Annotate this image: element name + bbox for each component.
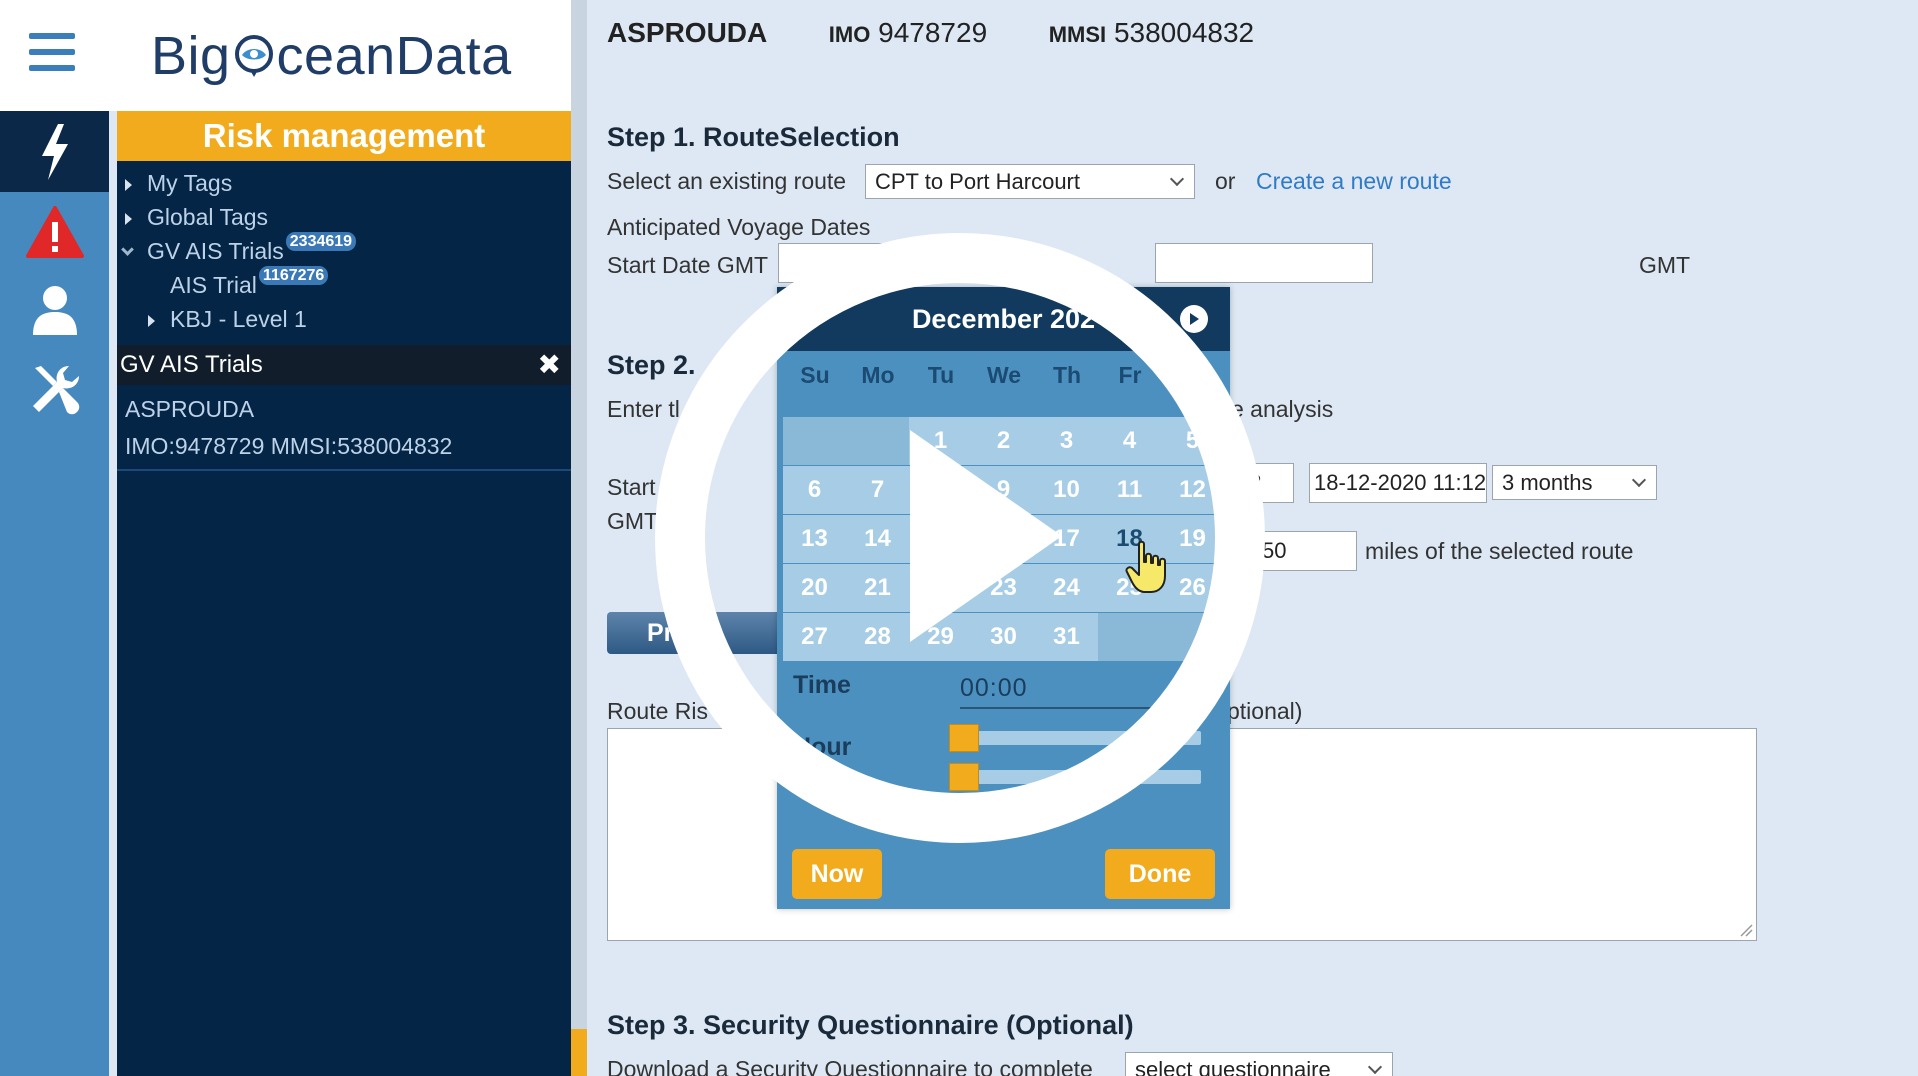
distance-value: 50 xyxy=(1262,538,1287,563)
tag-tree: My Tags Global Tags GV AIS Trials 2334619… xyxy=(117,161,571,336)
icon-rail xyxy=(0,0,109,1076)
tree-item-label: AIS Trial xyxy=(170,272,257,298)
start-date-label: Start Date GMT xyxy=(607,252,769,278)
step2-end-value: 18-12-2020 11:12 xyxy=(1314,470,1487,495)
route-risk-label: Route Ris xyxy=(607,698,708,724)
step3-title: Step 3. Security Questionnaire (Optional… xyxy=(607,1010,1134,1040)
hand-cursor-icon xyxy=(1125,540,1166,593)
expand-arrow-icon[interactable] xyxy=(148,315,155,327)
expand-arrow-icon[interactable] xyxy=(125,179,132,191)
logo-eye-icon xyxy=(234,34,273,77)
selected-vessel[interactable]: ASPROUDA IMO:9478729 MMSI:538004832 xyxy=(117,391,571,471)
tree-item-my-tags[interactable]: My Tags xyxy=(117,166,571,200)
tree-item-label: Global Tags xyxy=(147,204,269,230)
or-text: or xyxy=(1215,168,1236,194)
brand-logo[interactable]: Big ceanData xyxy=(109,0,571,111)
chevron-down-icon xyxy=(1631,472,1647,488)
tree-item-label: KBJ - Level 1 xyxy=(170,306,307,332)
resize-handle-icon[interactable] xyxy=(1739,923,1753,937)
warning-icon[interactable] xyxy=(0,192,109,272)
tree-item-kbj-level-1[interactable]: KBJ - Level 1 xyxy=(117,302,571,336)
create-route-link[interactable]: Create a new route xyxy=(1256,168,1452,195)
hamburger-icon[interactable] xyxy=(29,33,75,71)
step1-title: Step 1. RouteSelection xyxy=(607,122,900,152)
expand-arrow-icon[interactable] xyxy=(125,213,132,225)
next-month-icon[interactable] xyxy=(1180,305,1208,333)
rail-top xyxy=(0,0,109,111)
questionnaire-label: Download a Security Questionnaire to com… xyxy=(607,1056,1093,1076)
end-date-input[interactable] xyxy=(1155,243,1373,283)
close-icon[interactable]: ✖ xyxy=(538,345,561,385)
imo-label: IMO xyxy=(828,22,871,47)
selected-tag-title: GV AIS Trials xyxy=(120,351,263,378)
tools-icon[interactable] xyxy=(0,350,109,430)
route-select-value: CPT to Port Harcourt xyxy=(875,169,1080,194)
period-select[interactable]: 3 months xyxy=(1492,465,1657,500)
questionnaire-select-value: select questionnaire xyxy=(1135,1057,1331,1076)
count-badge: 2334619 xyxy=(285,232,357,251)
logo-prefix: Big xyxy=(151,25,231,86)
tree-item-ais-trial[interactable]: AIS Trial 1167276 xyxy=(117,266,571,302)
route-risk-optional: ptional) xyxy=(1227,698,1303,724)
imo-value: 9478729 xyxy=(878,17,988,48)
user-icon[interactable] xyxy=(0,270,109,350)
distance-input[interactable]: 50 xyxy=(1257,531,1357,571)
questionnaire-select[interactable]: select questionnaire xyxy=(1125,1052,1393,1076)
tree-item-gv-ais-trials[interactable]: GV AIS Trials 2334619 xyxy=(117,232,571,268)
step2-gmt-label: GMT xyxy=(607,508,659,534)
step2-instructions: Enter tl xyxy=(607,396,680,422)
lightning-icon[interactable] xyxy=(0,111,109,192)
tree-item-label: GV AIS Trials xyxy=(147,238,284,264)
chevron-down-icon xyxy=(1169,171,1185,187)
panel-title: Risk management xyxy=(117,111,571,161)
logo-text: Big ceanData xyxy=(151,25,512,87)
tree-item-label: My Tags xyxy=(147,170,233,196)
mmsi-label: MMSI xyxy=(1048,22,1107,47)
selected-vessel-name[interactable]: ASPROUDA xyxy=(125,391,571,428)
mmsi-value: 538004832 xyxy=(1113,17,1255,48)
selected-vessel-ids: IMO:9478729 MMSI:538004832 xyxy=(125,433,453,459)
miles-label: miles of the selected route xyxy=(1365,538,1634,564)
step2-title: Step 2. xyxy=(607,350,696,380)
collapse-arrow-icon[interactable] xyxy=(121,243,134,256)
voyage-dates-label: Anticipated Voyage Dates xyxy=(607,214,871,240)
done-button[interactable]: Done xyxy=(1105,849,1215,899)
selected-tag-header: GV AIS Trials ✖ xyxy=(117,345,571,385)
tree-item-global-tags[interactable]: Global Tags xyxy=(117,200,571,234)
step2-start-label: Start xyxy=(607,474,656,500)
step2-instructions-end: e analysis xyxy=(1231,396,1334,422)
vessel-header: ASPROUDA IMO 9478729 MMSI 538004832 xyxy=(607,17,1254,49)
panel-divider[interactable] xyxy=(571,0,587,1076)
vessel-name: ASPROUDA xyxy=(607,17,768,48)
end-date-label: GMT xyxy=(1639,252,1691,278)
route-select[interactable]: CPT to Port Harcourt xyxy=(865,164,1195,199)
risk-management-panel: Risk management My Tags Global Tags GV A… xyxy=(117,111,571,1076)
divider-accent xyxy=(571,1029,587,1076)
chevron-down-icon xyxy=(1367,1059,1383,1075)
now-button[interactable]: Now xyxy=(792,849,882,899)
route-select-label: Select an existing route xyxy=(607,168,847,194)
logo-suffix: ceanData xyxy=(276,25,512,86)
count-badge: 1167276 xyxy=(258,266,329,285)
period-select-value: 3 months xyxy=(1502,470,1593,495)
step2-end-input[interactable]: 18-12-2020 11:12 xyxy=(1309,463,1487,503)
play-icon[interactable] xyxy=(910,430,1062,642)
